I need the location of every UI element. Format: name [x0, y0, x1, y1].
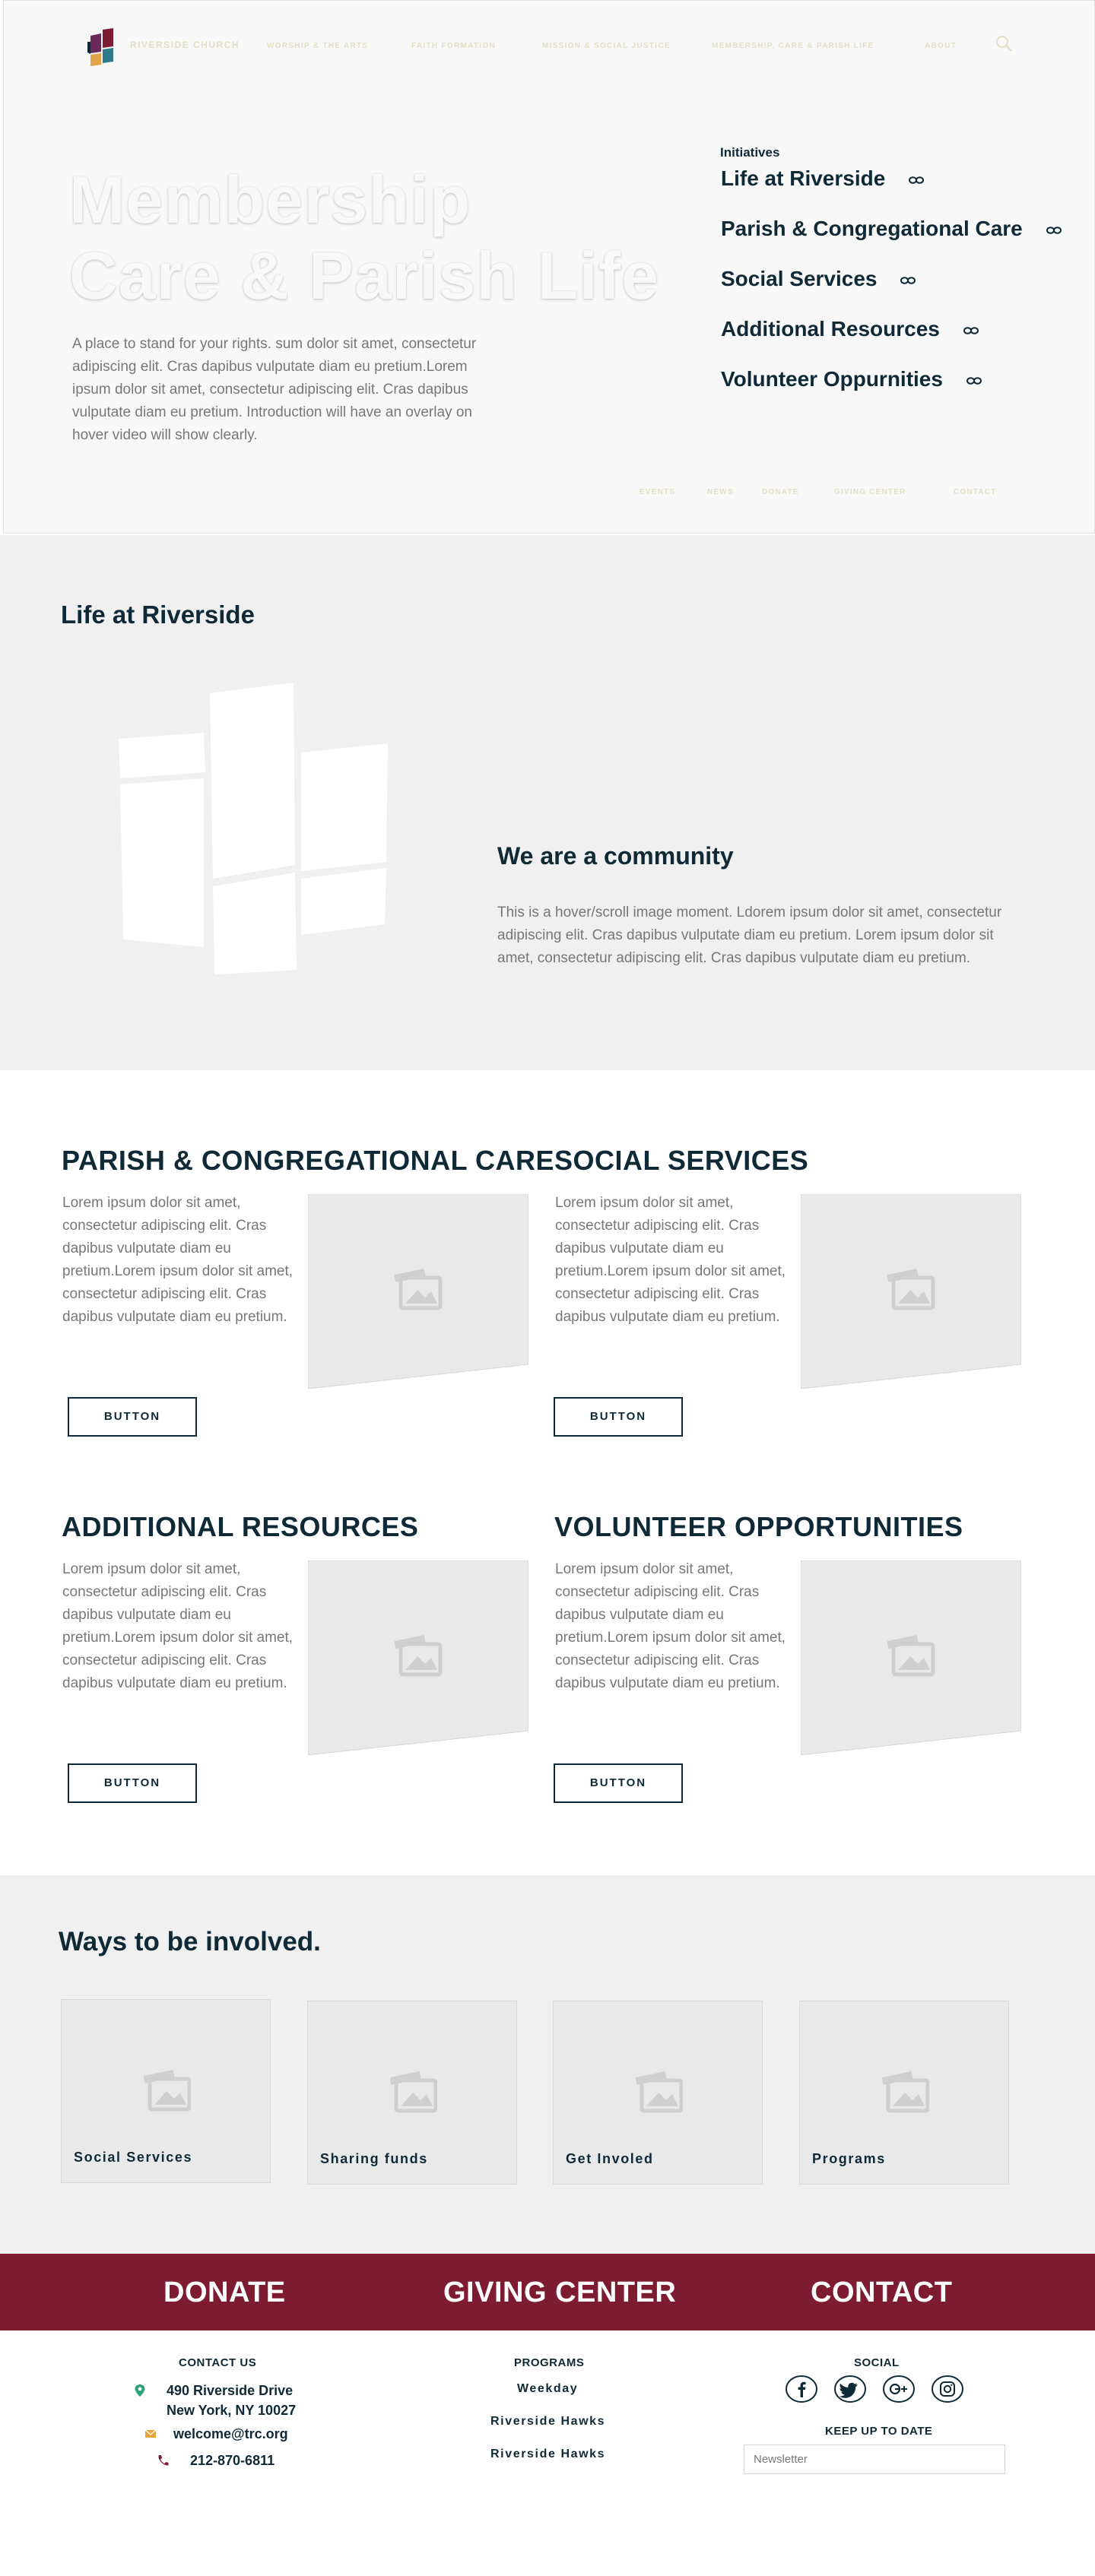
nav-membership-care-parish-life[interactable]: MEMBERSHIP, CARE & PARISH LIFE — [712, 42, 874, 50]
community-title: We are a community — [497, 842, 734, 870]
hero-title-line1: Membership — [69, 162, 471, 237]
tile-label: Programs — [812, 2151, 886, 2166]
band-contact-link[interactable]: CONTACT — [811, 2277, 952, 2309]
tile-social-services[interactable]: Social Services — [61, 1999, 271, 2183]
card-title: PARISH & CONGREGATIONAL CARE — [62, 1145, 555, 1176]
program-link-riverside-hawks[interactable]: Riverside Hawks — [490, 2415, 605, 2429]
card-text: Lorem ipsum dolor sit amet, consectetur … — [555, 1561, 786, 1691]
nav-faith-formation[interactable]: FAITH FORMATION — [411, 42, 496, 50]
initiative-label: Volunteer Oppurnities — [721, 367, 943, 391]
instagram-icon[interactable] — [931, 2375, 964, 2403]
image-placeholder — [801, 1560, 1021, 1755]
google-plus-icon[interactable] — [882, 2375, 916, 2403]
community-text: This is a hover/scroll image moment. Ldo… — [497, 905, 1002, 966]
initiative-parish-care[interactable]: Parish & Congregational Care — [721, 217, 1062, 241]
life-at-riverside-section: Life at Riverside We are a community Thi… — [0, 535, 1095, 1070]
nav-mission-social-justice[interactable]: MISSION & SOCIAL JUSTICE — [542, 42, 671, 50]
image-icon — [636, 2071, 683, 2113]
link-icon — [1046, 226, 1062, 234]
action-band: DONATE GIVING CENTER CONTACT — [0, 2254, 1095, 2330]
image-placeholder — [308, 1560, 528, 1755]
initiative-additional-resources[interactable]: Additional Resources — [721, 317, 979, 341]
phone-link[interactable]: 212-870-6811 — [190, 2453, 275, 2469]
ways-title: Ways to be involved. — [59, 1927, 321, 1957]
nav-about[interactable]: ABOUT — [925, 42, 957, 50]
card-text: Lorem ipsum dolor sit amet, consectetur … — [62, 1195, 294, 1325]
initiative-label: Life at Riverside — [721, 166, 886, 190]
subnav-contact[interactable]: CONTACT — [954, 488, 997, 496]
program-link-riverside-hawks[interactable]: Riverside Hawks — [490, 2448, 605, 2461]
link-icon — [963, 326, 979, 334]
image-placeholder — [308, 1194, 528, 1389]
card-title: VOLUNTEER OPPORTUNITIES — [554, 1511, 963, 1542]
card-title: SOCIAL SERVICES — [554, 1145, 809, 1176]
tile-programs[interactable]: Programs — [799, 2001, 1009, 2185]
hero-title: Membership Care & Parish Life — [69, 162, 659, 314]
image-icon — [390, 2071, 437, 2113]
email-link[interactable]: welcome@trc.org — [173, 2426, 288, 2442]
card-button[interactable]: BUTTON — [68, 1763, 197, 1803]
subnav-events[interactable]: EVENTS — [640, 488, 675, 496]
link-icon — [909, 176, 925, 184]
facebook-icon[interactable] — [785, 2375, 818, 2403]
ways-to-be-involved-section: Ways to be involved. Social Services Sha… — [0, 1875, 1095, 2254]
initiative-label: Social Services — [721, 267, 878, 290]
hero-title-line2: Care & Parish Life — [69, 238, 660, 313]
map-pin-icon — [135, 2384, 145, 2397]
hero-intro: A place to stand for your rights. sum do… — [72, 336, 477, 443]
card-text: Lorem ipsum dolor sit amet, consectetur … — [62, 1561, 294, 1691]
subnav-news[interactable]: NEWS — [707, 488, 734, 496]
image-icon — [144, 2070, 191, 2112]
tile-label: Sharing funds — [320, 2151, 428, 2166]
address-line1: 490 Riverside Drive — [167, 2383, 294, 2398]
programs-heading: PROGRAMS — [514, 2356, 585, 2369]
newsletter-input[interactable] — [744, 2445, 1005, 2474]
search-icon[interactable] — [995, 34, 1013, 52]
subnav-donate[interactable]: DONATE — [762, 488, 799, 496]
initiative-label: Parish & Congregational Care — [721, 217, 1023, 240]
phone-icon — [158, 2455, 169, 2466]
keep-up-heading: KEEP UP TO DATE — [825, 2425, 933, 2438]
subnav-giving-center[interactable]: GIVING CENTER — [834, 488, 906, 496]
card-button[interactable]: BUTTON — [554, 1397, 683, 1437]
initiative-label: Additional Resources — [721, 317, 940, 341]
tile-sharing-funds[interactable]: Sharing funds — [307, 2001, 517, 2185]
life-title: Life at Riverside — [61, 600, 255, 629]
cross-window-graphic — [119, 683, 388, 974]
card-text: Lorem ipsum dolor sit amet, consectetur … — [555, 1195, 786, 1325]
initiatives-heading: Initiatives — [720, 145, 780, 160]
initiative-social-services[interactable]: Social Services — [721, 267, 916, 291]
initiative-volunteer[interactable]: Volunteer Oppurnities — [721, 367, 982, 391]
riverside-logo[interactable] — [84, 27, 121, 68]
mail-icon — [144, 2429, 157, 2438]
social-heading: SOCIAL — [854, 2356, 900, 2369]
tile-label: Social Services — [74, 2150, 193, 2165]
link-icon — [900, 276, 916, 284]
twitter-icon[interactable] — [833, 2375, 867, 2403]
program-link-weekday[interactable]: Weekday — [517, 2382, 578, 2396]
brand-name[interactable]: RIVERSIDE CHURCH — [130, 40, 240, 50]
card-title: ADDITIONAL RESOURCES — [62, 1511, 419, 1542]
tile-label: Get Involed — [566, 2151, 654, 2166]
contact-heading: CONTACT US — [179, 2356, 257, 2369]
hero-section: RIVERSIDE CHURCH WORSHIP & THE ARTS FAIT… — [3, 0, 1095, 534]
card-button[interactable]: BUTTON — [554, 1763, 683, 1803]
initiative-life-at-riverside[interactable]: Life at Riverside — [721, 166, 925, 191]
image-placeholder — [801, 1194, 1021, 1389]
band-giving-center-link[interactable]: GIVING CENTER — [443, 2277, 676, 2309]
tile-get-involved[interactable]: Get Involed — [553, 2001, 763, 2185]
address-line2: New York, NY 10027 — [167, 2403, 297, 2418]
band-donate-link[interactable]: DONATE — [163, 2277, 286, 2309]
card-button[interactable]: BUTTON — [68, 1397, 197, 1437]
image-icon — [882, 2071, 929, 2113]
link-icon — [966, 376, 982, 385]
nav-worship-arts[interactable]: WORSHIP & THE ARTS — [267, 42, 368, 50]
